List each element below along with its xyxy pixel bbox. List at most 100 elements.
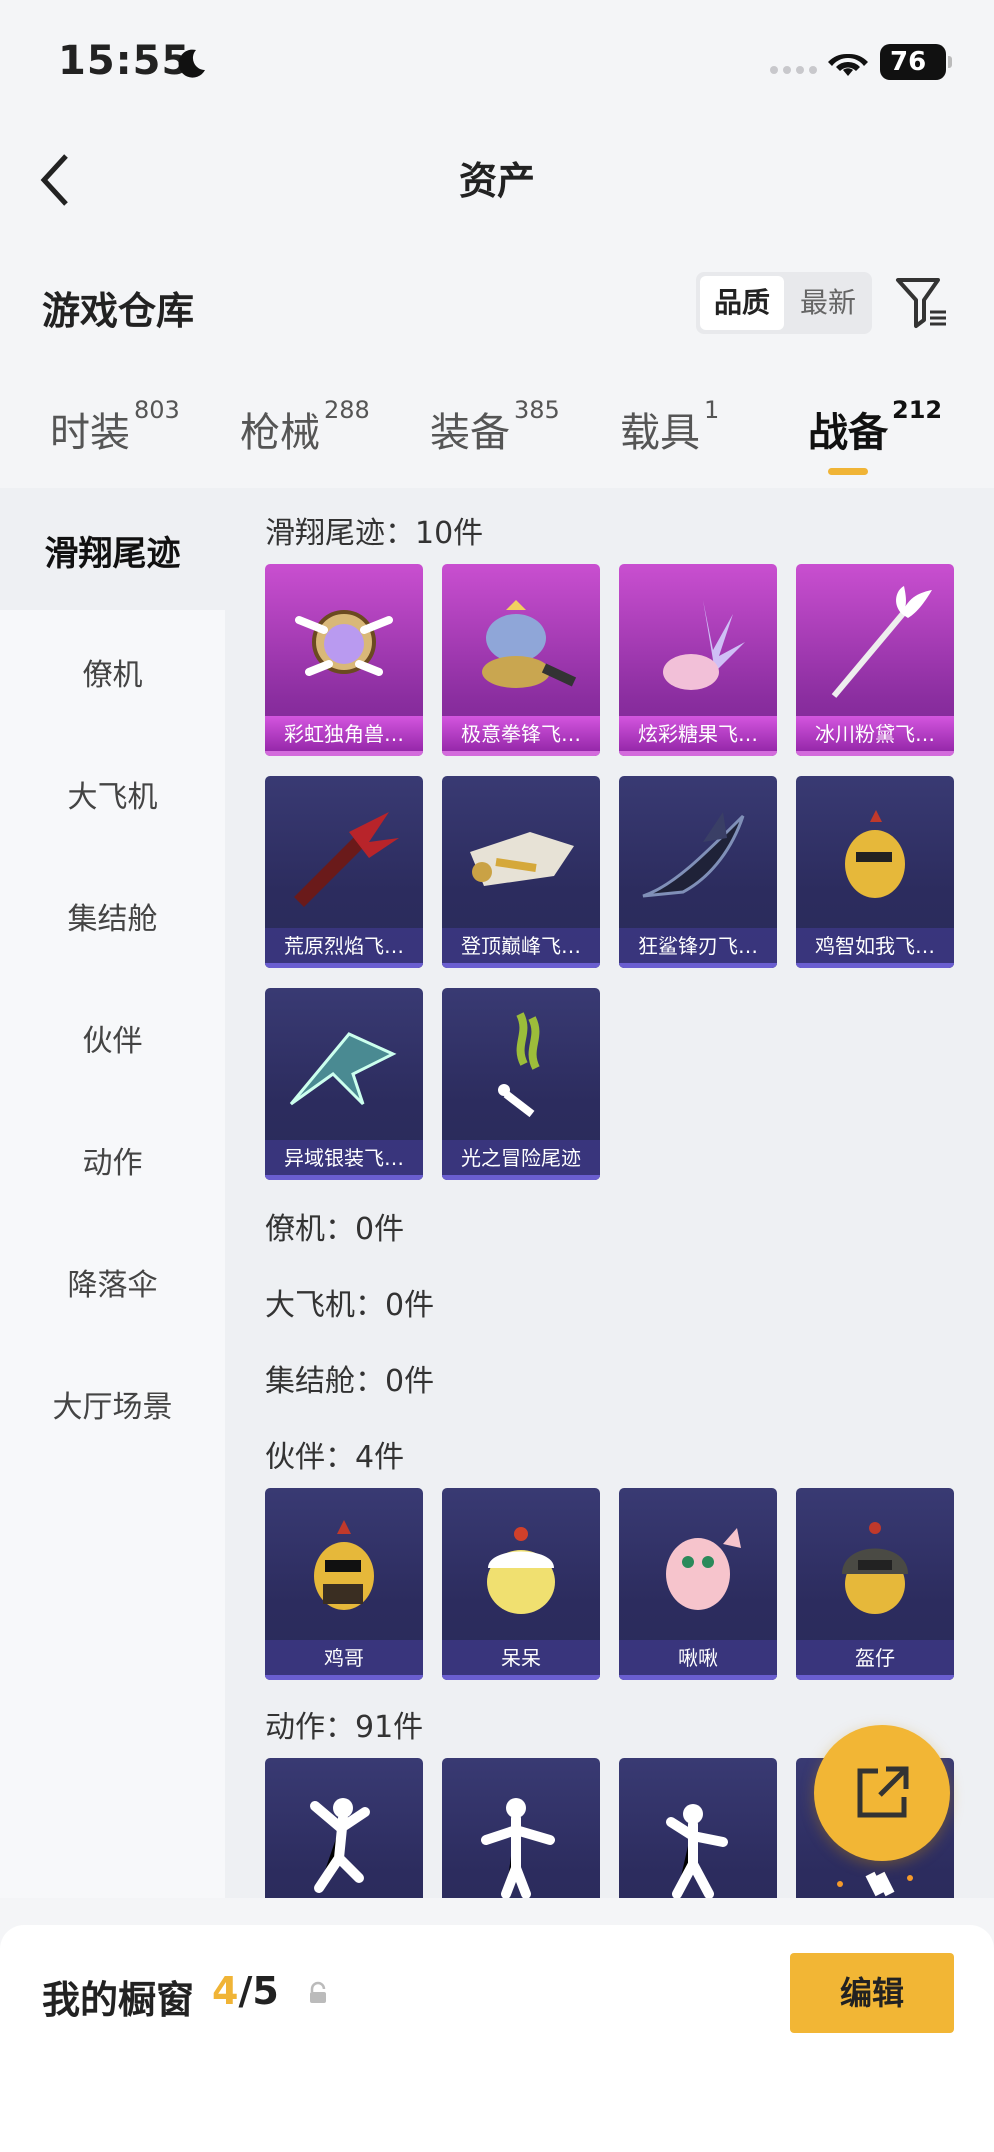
tab-count: 385 — [514, 396, 560, 424]
silver-blade-icon — [289, 1032, 397, 1106]
sidebar-item-wingman[interactable]: 僚机 — [0, 650, 225, 694]
tab-indicator — [828, 468, 868, 475]
item-name: 荒原烈焰飞… — [265, 928, 423, 968]
item-card[interactable]: 登顶巅峰飞… — [442, 776, 600, 968]
tab-label: 战备 — [808, 410, 888, 456]
battery-indicator: 76 — [880, 44, 952, 80]
tab-battle-prep[interactable]: 战备 212 — [808, 396, 942, 458]
partner-card[interactable]: 呆呆 — [442, 1488, 600, 1680]
jiujiu-bird-icon — [666, 1528, 741, 1610]
emote-card[interactable] — [265, 1758, 423, 1898]
item-card[interactable]: 狂鲨锋刃飞… — [619, 776, 777, 968]
helmet-chick-icon — [842, 1522, 908, 1614]
showcase-label: 我的橱窗 — [42, 1978, 195, 2022]
tab-vehicles[interactable]: 载具 1 — [620, 396, 719, 458]
emote-card[interactable] — [442, 1758, 600, 1898]
sort-quality-button[interactable]: 品质 — [700, 276, 784, 330]
sort-newest-button[interactable]: 最新 — [788, 276, 868, 330]
item-name: 异域银装飞… — [265, 1140, 423, 1180]
sidebar-item-emote[interactable]: 动作 — [0, 1138, 225, 1182]
shark-blade-icon — [642, 812, 745, 898]
candy-bouquet-icon — [663, 600, 745, 690]
edit-button[interactable]: 编辑 — [790, 1953, 954, 2033]
share-icon — [857, 1766, 909, 1818]
sidebar-item-partner[interactable]: 伙伴 — [0, 1016, 225, 1060]
elephant-fist-icon — [482, 600, 577, 688]
item-name: 啾啾 — [619, 1640, 777, 1680]
tab-fashion[interactable]: 时装 803 — [50, 396, 180, 458]
tab-count: 1 — [704, 396, 720, 424]
tab-count: 803 — [134, 396, 180, 424]
summit-jet-icon — [470, 832, 574, 886]
status-bar: 15:55 76 — [0, 0, 994, 120]
section-title-emote: 动作：91件 — [265, 1710, 424, 1745]
section-title-plane: 大飞机：0件 — [265, 1288, 435, 1323]
partner-card[interactable]: 鸡哥 — [265, 1488, 423, 1680]
chicken-brain-icon — [845, 810, 905, 898]
item-name: 鸡哥 — [265, 1640, 423, 1680]
item-name: 呆呆 — [442, 1640, 600, 1680]
tab-label: 载具 — [620, 410, 700, 456]
sidebar: 滑翔尾迹 僚机 大飞机 集结舱 伙伴 动作 降落伞 大厅场景 — [0, 488, 225, 1898]
dance-pose-icon — [481, 1798, 555, 1898]
item-name: 极意拳锋飞… — [442, 716, 600, 756]
partner-card[interactable]: 盔仔 — [796, 1488, 954, 1680]
item-card[interactable]: 极意拳锋飞… — [442, 564, 600, 756]
tab-count: 212 — [892, 396, 943, 424]
item-card[interactable]: 鸡智如我飞… — [796, 776, 954, 968]
tab-label: 装备 — [430, 410, 510, 456]
section-title-partner: 伙伴：4件 — [265, 1440, 405, 1475]
item-card[interactable]: 光之冒险尾迹 — [442, 988, 600, 1180]
unicorn-mirror-icon — [295, 610, 393, 676]
daidai-chick-icon — [487, 1527, 555, 1614]
item-card[interactable]: 炫彩糖果飞… — [619, 564, 777, 756]
showcase-total: /5 — [238, 1969, 279, 2013]
dance-pose-icon — [310, 1798, 370, 1893]
sidebar-item-pod[interactable]: 集结舱 — [0, 894, 225, 938]
showcase-current: 4 — [212, 1969, 239, 2013]
item-name: 冰川粉黛飞… — [796, 716, 954, 756]
sidebar-item-trail[interactable]: 滑翔尾迹 — [0, 526, 225, 575]
showcase-bar: 我的橱窗 4/5 编辑 — [0, 1925, 994, 2152]
tab-guns[interactable]: 枪械 288 — [240, 396, 370, 458]
item-card[interactable]: 荒原烈焰飞… — [265, 776, 423, 968]
showcase-count: 4/5 — [212, 1969, 279, 2013]
item-name: 登顶巅峰飞… — [442, 928, 600, 968]
battery-level: 76 — [890, 47, 927, 77]
tab-label: 枪械 — [240, 410, 320, 456]
item-name: 盔仔 — [796, 1640, 954, 1680]
dance-pose-icon — [666, 1804, 728, 1898]
chicken-bro-icon — [314, 1520, 374, 1610]
wifi-icon — [828, 53, 868, 76]
smoke-trail-icon — [498, 1012, 540, 1118]
flame-claw-icon — [294, 812, 399, 907]
sidebar-item-parachute[interactable]: 降落伞 — [0, 1260, 225, 1304]
moon-icon — [178, 49, 205, 78]
tab-label: 时装 — [50, 410, 130, 456]
tab-equipment[interactable]: 装备 385 — [430, 396, 560, 458]
item-name: 鸡智如我飞… — [796, 928, 954, 968]
filter-icon[interactable] — [894, 274, 950, 330]
item-name: 狂鲨锋刃飞… — [619, 928, 777, 968]
sidebar-item-plane[interactable]: 大飞机 — [0, 772, 225, 816]
winged-staff-icon — [831, 586, 932, 698]
page-title: 资产 — [458, 159, 535, 203]
item-card[interactable]: 异域银装飞… — [265, 988, 423, 1180]
tab-count: 288 — [324, 396, 370, 424]
status-time: 15:55 — [58, 38, 191, 84]
item-name: 炫彩糖果飞… — [619, 716, 777, 756]
section-title-trail: 滑翔尾迹：10件 — [265, 516, 484, 551]
sidebar-item-lobby[interactable]: 大厅场景 — [0, 1382, 225, 1426]
item-list: 滑翔尾迹：10件 彩虹独角兽… 极意拳锋飞… 炫彩糖果飞… 冰川粉黛飞… 荒原烈… — [225, 488, 994, 1898]
lock-icon — [310, 1981, 326, 2003]
partner-card[interactable]: 啾啾 — [619, 1488, 777, 1680]
item-card[interactable]: 彩虹独角兽… — [265, 564, 423, 756]
share-button[interactable] — [814, 1725, 950, 1861]
sort-toggle: 品质 最新 — [696, 272, 872, 334]
item-name: 光之冒险尾迹 — [442, 1140, 600, 1180]
emote-card[interactable] — [619, 1758, 777, 1898]
warehouse-title: 游戏仓库 — [42, 289, 195, 333]
item-card[interactable]: 冰川粉黛飞… — [796, 564, 954, 756]
section-title-wingman: 僚机：0件 — [265, 1212, 405, 1247]
nav-bar: 资产 — [0, 120, 994, 230]
